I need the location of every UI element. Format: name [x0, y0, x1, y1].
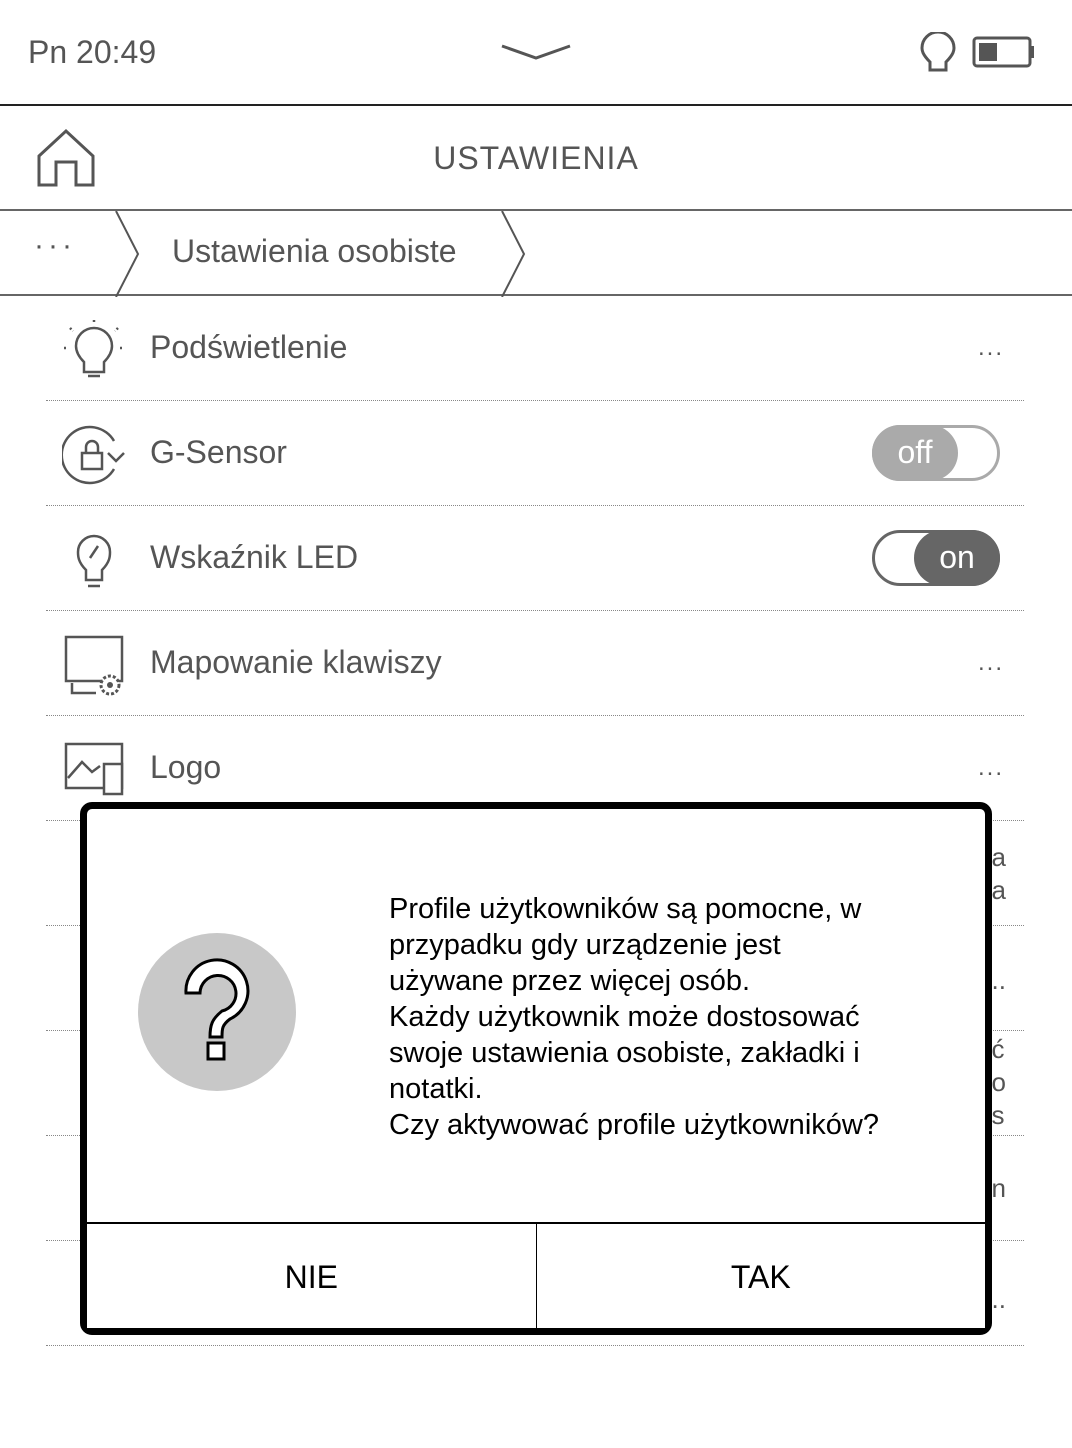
more-indicator: ... [977, 334, 1004, 361]
rotation-lock-icon [62, 425, 125, 485]
dialog-message: Profile użytkowników są pomocne, w przypa… [389, 893, 879, 1141]
setting-backlight[interactable]: Podświetlenie ... [46, 296, 1024, 401]
yes-button[interactable]: TAK [535, 1224, 985, 1328]
setting-label: Wskaźnik LED [150, 539, 359, 575]
setting-key-mapping[interactable]: Mapowanie klawiszy ... [46, 611, 1024, 716]
page-title: USTAWIENIA [433, 140, 639, 176]
logo-image-icon [64, 742, 124, 796]
breadcrumb: ··· Ustawienia osobiste [0, 211, 1072, 297]
row-fragment: n [991, 1173, 1006, 1203]
question-icon [138, 933, 296, 1091]
toggle-state: off [872, 425, 958, 481]
more-indicator: ... [977, 754, 1004, 781]
more-indicator: ... [977, 649, 1004, 676]
key-mapping-icon [64, 635, 124, 696]
dialog-buttons: NIE TAK [87, 1222, 985, 1328]
row-fragment: a a [991, 842, 1006, 905]
breadcrumb-more[interactable]: ··· [34, 229, 76, 263]
breadcrumb-separator [115, 211, 140, 297]
setting-g-sensor[interactable]: G-Sensor off [46, 401, 1024, 506]
bulb-icon [64, 320, 124, 378]
profiles-dialog: Profile użytkowników są pomocne, w przypa… [80, 802, 992, 1335]
battery-icon [972, 36, 1034, 68]
setting-label: Podświetlenie [150, 329, 348, 365]
setting-label: Logo [150, 749, 222, 785]
setting-label: G-Sensor [150, 434, 287, 470]
breadcrumb-current[interactable]: Ustawienia osobiste [172, 233, 457, 270]
clock: Pn 20:49 [28, 34, 157, 70]
toggle-state: on [914, 530, 1000, 586]
setting-led[interactable]: Wskaźnik LED on [46, 506, 1024, 611]
chevron-down-icon[interactable] [500, 40, 572, 62]
header: USTAWIENIA [0, 106, 1072, 211]
status-bar: Pn 20:49 [0, 0, 1072, 106]
frontlight-icon[interactable] [920, 32, 956, 76]
setting-label: Mapowanie klawiszy [150, 644, 442, 680]
row-fragment: ć o s [991, 1034, 1006, 1130]
breadcrumb-separator [501, 211, 526, 297]
led-icon [76, 534, 112, 588]
no-button[interactable]: NIE [87, 1224, 536, 1328]
g-sensor-toggle[interactable]: off [872, 425, 1000, 481]
led-toggle[interactable]: on [872, 530, 1000, 586]
